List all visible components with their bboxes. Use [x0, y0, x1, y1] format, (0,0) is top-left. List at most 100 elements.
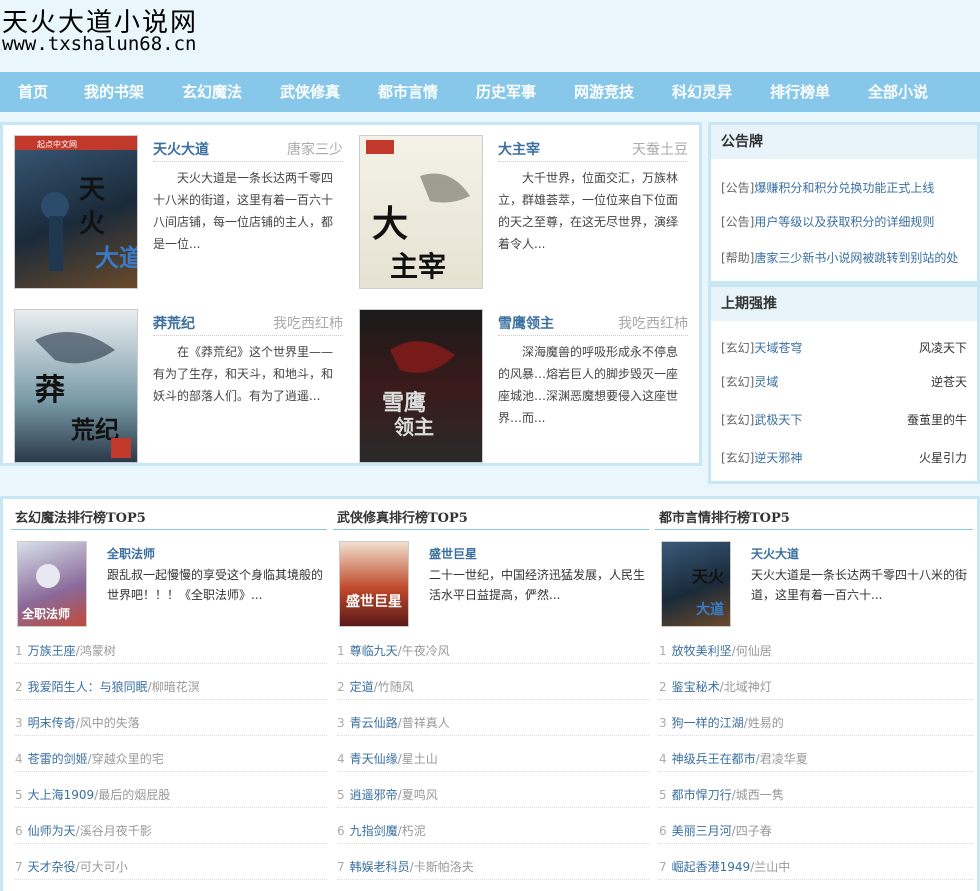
ranking-title: 武侠修真排行榜TOP5 — [337, 511, 468, 526]
divider — [498, 335, 688, 336]
ranking-top-desc: 跟乱叔一起慢慢的享受这个身临其境般的世界吧！！！《全职法师》... — [107, 568, 324, 602]
site-header: 天火大道小说网 www.txshalun68.cn — [0, 0, 980, 70]
featured-desc: 天火大道是一条长达两千零四十八米的街道，这里有着一百六十八间店铺，每一位店铺的主… — [153, 171, 334, 251]
nav-dushi[interactable]: 都市言情 — [378, 72, 438, 112]
ranking-item[interactable]: 2 定道/竹随风 — [337, 675, 649, 700]
svg-text:大: 大 — [372, 203, 408, 245]
featured-author[interactable]: 我吃西红柿 — [608, 313, 688, 333]
svg-text:盛世巨星: 盛世巨星 — [346, 593, 402, 610]
divider — [498, 161, 688, 162]
last-top-item[interactable]: [玄幻]灵域 逆苍天 — [721, 373, 967, 390]
featured-panel: 起点中文网天火大道 天火大道 唐家三少 天火大道是一条长达两千零四十八米的街道，… — [0, 122, 702, 466]
last-top-item[interactable]: [玄幻]武极天下 蚕茧里的牛 — [721, 411, 967, 428]
main-nav: 首页 我的书架 玄幻魔法 武侠修真 都市言情 历史军事 网游竞技 科幻灵异 排行… — [0, 72, 980, 112]
ranking-top-cover[interactable]: 天火 大道 — [661, 541, 731, 627]
ranking-top-cover[interactable]: 盛世巨星 — [339, 541, 409, 627]
nav-home[interactable]: 首页 — [18, 72, 48, 112]
book-cover-xueying[interactable]: 雪鹰 领主 — [359, 309, 483, 463]
book-cover-dazhuzai[interactable]: 大主宰 — [359, 135, 483, 289]
ranking-title: 玄幻魔法排行榜TOP5 — [15, 511, 146, 526]
ranking-item[interactable]: 4 神级兵王在都市/君凌华夏 — [659, 747, 973, 772]
nav-kehuan[interactable]: 科幻灵异 — [672, 72, 732, 112]
ranking-top-cover[interactable]: 全职法师 — [17, 541, 87, 627]
divider — [153, 335, 343, 336]
nav-xuanhuan[interactable]: 玄幻魔法 — [182, 72, 242, 112]
last-top-heading: 上期强推 — [711, 287, 977, 321]
book-cover-tianhuo[interactable]: 起点中文网天火大道 — [14, 135, 138, 289]
svg-text:大道: 大道 — [95, 243, 137, 272]
svg-text:全职法师: 全职法师 — [21, 606, 70, 621]
featured-title[interactable]: 大主宰 — [498, 139, 540, 159]
cover-art: 天火大道 — [692, 567, 725, 618]
ranking-item[interactable]: 5 逍遥邪帝/夏鸣风 — [337, 783, 649, 808]
nav-ranking[interactable]: 排行榜单 — [770, 72, 830, 112]
divider — [153, 161, 343, 162]
ranking-item[interactable]: 1 尊临九天/午夜冷风 — [337, 639, 649, 664]
divider — [655, 529, 973, 530]
svg-text:莽: 莽 — [35, 373, 65, 408]
last-top-panel: 上期强推 [玄幻]天域苍穹 风凌天下 [玄幻]灵域 逆苍天 [玄幻]武极天下 蚕茧里的… — [708, 284, 980, 484]
ranking-item[interactable]: 5 大上海1909/最后的烟屁股 — [15, 783, 327, 808]
svg-text:领主: 领主 — [394, 415, 434, 439]
svg-text:大道: 大道 — [696, 601, 724, 618]
ranking-column: 武侠修真排行榜TOP5 盛世巨星 盛世巨星 二十一世纪，中国经济迅猛发展，人民生… — [333, 499, 649, 891]
featured-desc: 在《莽荒纪》这个世界里——有为了生存，和天斗，和地斗，和妖斗的部落人们。有为了逍… — [153, 345, 334, 403]
ranking-title: 都市言情排行榜TOP5 — [659, 511, 790, 526]
cover-art: 大主宰 — [366, 140, 470, 283]
ranking-item[interactable]: 1 万族王座/鸿蒙树 — [15, 639, 327, 664]
ranking-top-desc: 二十一世纪，中国经济迅猛发展，人民生活水平日益提高，俨然... — [429, 568, 646, 602]
featured-author[interactable]: 唐家三少 — [263, 139, 343, 159]
divider — [11, 529, 327, 530]
cover-art: 雪鹰领主 — [382, 341, 455, 439]
featured-title[interactable]: 莽荒纪 — [153, 313, 195, 333]
site-logo-url[interactable]: www.txshalun68.cn — [2, 33, 196, 55]
ranking-item[interactable]: 5 都市悍刀行/城西一隽 — [659, 783, 973, 808]
ranking-item[interactable]: 4 苍雷的剑姬/穿越众里的宅 — [15, 747, 327, 772]
featured-author[interactable]: 天蚕土豆 — [608, 139, 688, 159]
ranking-top-title[interactable]: 盛世巨星 — [429, 545, 477, 562]
ranking-column: 都市言情排行榜TOP5 天火 大道 天火大道 天火大道是一条长达两千零四十八米的街… — [655, 499, 973, 891]
ranking-item[interactable]: 3 狗一样的江湖/姓易的 — [659, 711, 973, 736]
divider — [333, 529, 649, 530]
notice-item[interactable]: [公告]用户等级以及获取积分的详细规则 — [721, 213, 934, 230]
ranking-item[interactable]: 1 放牧美利坚/何仙居 — [659, 639, 973, 664]
ranking-item[interactable]: 3 明末传奇/风中的失落 — [15, 711, 327, 736]
cover-art: 起点中文网天火大道 — [15, 136, 137, 272]
ranking-item[interactable]: 7 天才杂役/可大可小 — [15, 855, 327, 880]
ranking-top-title[interactable]: 全职法师 — [107, 545, 155, 562]
ranking-column: 玄幻魔法排行榜TOP5 全职法师 全职法师 跟乱叔一起慢慢的享受这个身临其境般的… — [11, 499, 327, 891]
nav-wangyou[interactable]: 网游竞技 — [574, 72, 634, 112]
notice-item[interactable]: [帮助]唐家三少新书小说网被跳转到别站的处 — [721, 249, 958, 266]
ranking-top-desc: 天火大道是一条长达两千零四十八米的街道，这里有着一百六十... — [751, 568, 968, 602]
nav-bookshelf[interactable]: 我的书架 — [84, 72, 144, 112]
svg-text:起点中文网: 起点中文网 — [37, 139, 77, 149]
ranking-item[interactable]: 6 九指剑魔/朽泥 — [337, 819, 649, 844]
ranking-item[interactable]: 6 美丽三月河/四子春 — [659, 819, 973, 844]
svg-text:火: 火 — [79, 209, 105, 239]
nav-wuxia[interactable]: 武侠修真 — [280, 72, 340, 112]
last-top-item[interactable]: [玄幻]逆天邪神 火星引力 — [721, 449, 967, 466]
rankings-panel: 玄幻魔法排行榜TOP5 全职法师 全职法师 跟乱叔一起慢慢的享受这个身临其境般的… — [0, 496, 980, 891]
ranking-item[interactable]: 7 崛起香港1949/兰山中 — [659, 855, 973, 880]
featured-title[interactable]: 雪鹰领主 — [498, 313, 554, 333]
nav-lishi[interactable]: 历史军事 — [476, 72, 536, 112]
notice-board: 公告牌 [公告]爆赚积分和积分兑换功能正式上线 [公告]用户等级以及获取积分的详… — [708, 122, 980, 284]
cover-art: 盛世巨星 — [346, 593, 402, 610]
ranking-item[interactable]: 7 韩娱老科员/卡斯帕洛夫 — [337, 855, 649, 880]
ranking-item[interactable]: 2 我爱陌生人：与狼同眠/柳暗花溟 — [15, 675, 327, 700]
svg-text:主宰: 主宰 — [390, 250, 446, 283]
notice-item[interactable]: [公告]爆赚积分和积分兑换功能正式上线 — [721, 179, 934, 196]
ranking-item[interactable]: 3 青云仙路/普祥真人 — [337, 711, 649, 736]
featured-author[interactable]: 我吃西红柿 — [263, 313, 343, 333]
svg-text:天: 天 — [79, 175, 105, 205]
featured-title[interactable]: 天火大道 — [153, 139, 209, 159]
ranking-top-title[interactable]: 天火大道 — [751, 545, 799, 562]
featured-desc: 深海魔兽的呼吸形成永不停息的风暴…熔岩巨人的脚步毁灭一座座城池…深渊恶魔想要侵入… — [498, 345, 679, 425]
featured-desc: 大千世界，位面交汇，万族林立，群雄荟萃，一位位来自下位面的天之至尊，在这无尽世界… — [498, 171, 679, 251]
nav-all-novels[interactable]: 全部小说 — [868, 72, 928, 112]
ranking-item[interactable]: 4 青天仙缘/星土山 — [337, 747, 649, 772]
ranking-item[interactable]: 2 鉴宝秘术/北域神灯 — [659, 675, 973, 700]
book-cover-manghuangji[interactable]: 莽荒纪 — [14, 309, 138, 463]
last-top-item[interactable]: [玄幻]天域苍穹 风凌天下 — [721, 339, 967, 356]
ranking-item[interactable]: 6 仙师为天/溪谷月夜千影 — [15, 819, 327, 844]
